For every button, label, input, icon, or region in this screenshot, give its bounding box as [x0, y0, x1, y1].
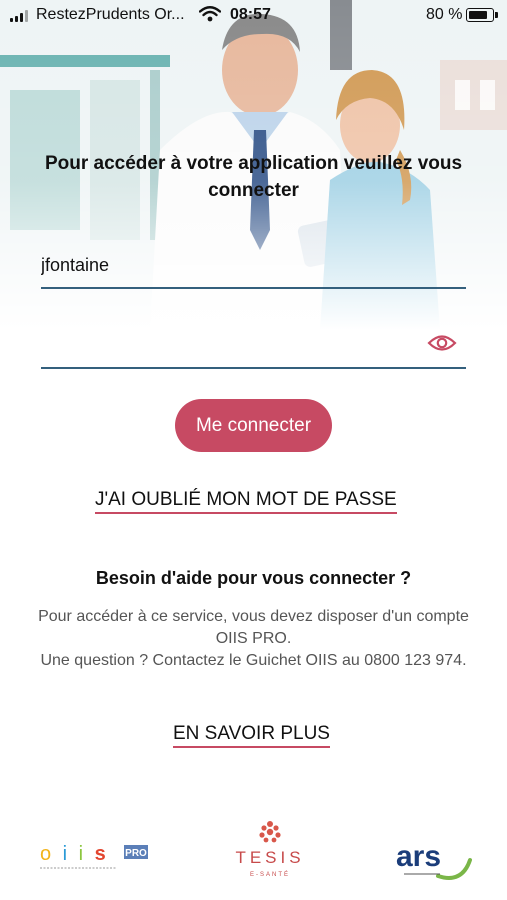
help-text: Pour accéder à ce service, vous devez di…: [22, 606, 485, 672]
tesis-wordmark: TESIS: [235, 848, 304, 867]
oiis-pro-badge: PRO: [125, 848, 147, 859]
oiis-logo-o: o: [40, 843, 54, 865]
clock: 08:57: [230, 6, 271, 23]
battery-percent: 80 %: [426, 6, 463, 23]
tesis-molecule-icon: [259, 821, 281, 843]
ars-wordmark: ars: [396, 840, 441, 873]
tesis-logo: TESIS E-SANTÉ: [226, 818, 314, 880]
password-field[interactable]: [41, 323, 466, 369]
help-title: Besoin d'aide pour vous connecter ?: [95, 568, 412, 588]
show-password-eye-icon[interactable]: [427, 332, 457, 354]
connect-button[interactable]: Me connecter: [175, 399, 332, 452]
login-intro-title: Pour accéder à votre application veuille…: [44, 153, 463, 201]
username-field[interactable]: [41, 243, 466, 289]
svg-text:o i i s: o i i s: [40, 843, 109, 865]
ars-logo: ars: [396, 836, 474, 884]
tesis-subtitle: E-SANTÉ: [250, 871, 290, 878]
forgot-password-link[interactable]: J'AI OUBLIÉ MON MOT DE PASSE: [95, 489, 397, 514]
oiis-pro-logo: o i i s PRO: [40, 838, 152, 872]
learn-more-link[interactable]: EN SAVOIR PLUS: [173, 723, 330, 748]
signal-strength-icon: [10, 10, 28, 22]
help-text-line-2: Une question ? Contactez le Guichet OIIS…: [40, 652, 467, 669]
wifi-icon: [198, 6, 222, 27]
carrier-name: RestezPrudents Or...: [36, 6, 185, 23]
help-text-line-1: Pour accéder à ce service, vous devez di…: [38, 608, 469, 647]
battery-icon: [466, 8, 498, 22]
status-bar: RestezPrudents Or... 08:57 80 %: [0, 0, 507, 30]
